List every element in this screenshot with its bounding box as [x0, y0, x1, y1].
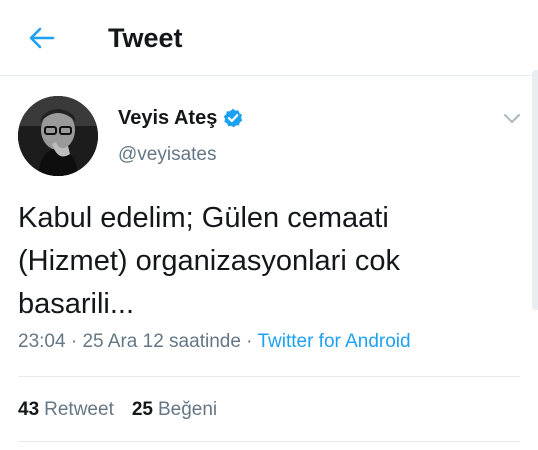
tweet-meta: 23:04 · 25 Ara 12 saatinde · Twitter for… — [18, 328, 411, 356]
meta-separator: · — [240, 331, 258, 352]
retweets-label: Retweet — [44, 399, 114, 420]
meta-separator: · — [65, 331, 83, 352]
avatar-photo — [18, 96, 98, 176]
likes-label: Beğeni — [157, 399, 218, 420]
author-handle[interactable]: @veyisates — [118, 142, 217, 168]
tweet-source-link[interactable]: Twitter for Android — [257, 331, 410, 352]
likes-count: 25 — [131, 399, 153, 420]
author-name-text: Veyis Ateş — [118, 107, 218, 129]
chevron-down-icon — [504, 114, 520, 123]
top-bar: Tweet — [0, 0, 538, 76]
scrollbar[interactable] — [532, 70, 538, 310]
retweets-stat[interactable]: 43 Retweet — [18, 396, 114, 424]
author-display-name[interactable]: Veyis Ateş — [118, 104, 243, 132]
back-button[interactable] — [22, 20, 62, 56]
tweet-date: 25 Ara 12 saatinde — [82, 331, 241, 352]
divider — [18, 441, 520, 442]
page-title: Tweet — [108, 23, 183, 53]
retweets-count: 43 — [18, 399, 40, 420]
divider — [18, 376, 520, 377]
avatar[interactable] — [18, 96, 98, 176]
verified-badge-icon — [223, 108, 243, 128]
arrow-left-icon — [29, 27, 55, 49]
tweet-stats: 43 Retweet 25 Beğeni — [18, 396, 217, 424]
likes-stat[interactable]: 25 Beğeni — [132, 396, 217, 424]
tweet-text: Kabul edelim; Gülen cemaati (Hizmet) org… — [18, 202, 400, 320]
tweet-time: 23:04 — [18, 331, 66, 352]
tweet-menu-button[interactable] — [499, 108, 525, 130]
